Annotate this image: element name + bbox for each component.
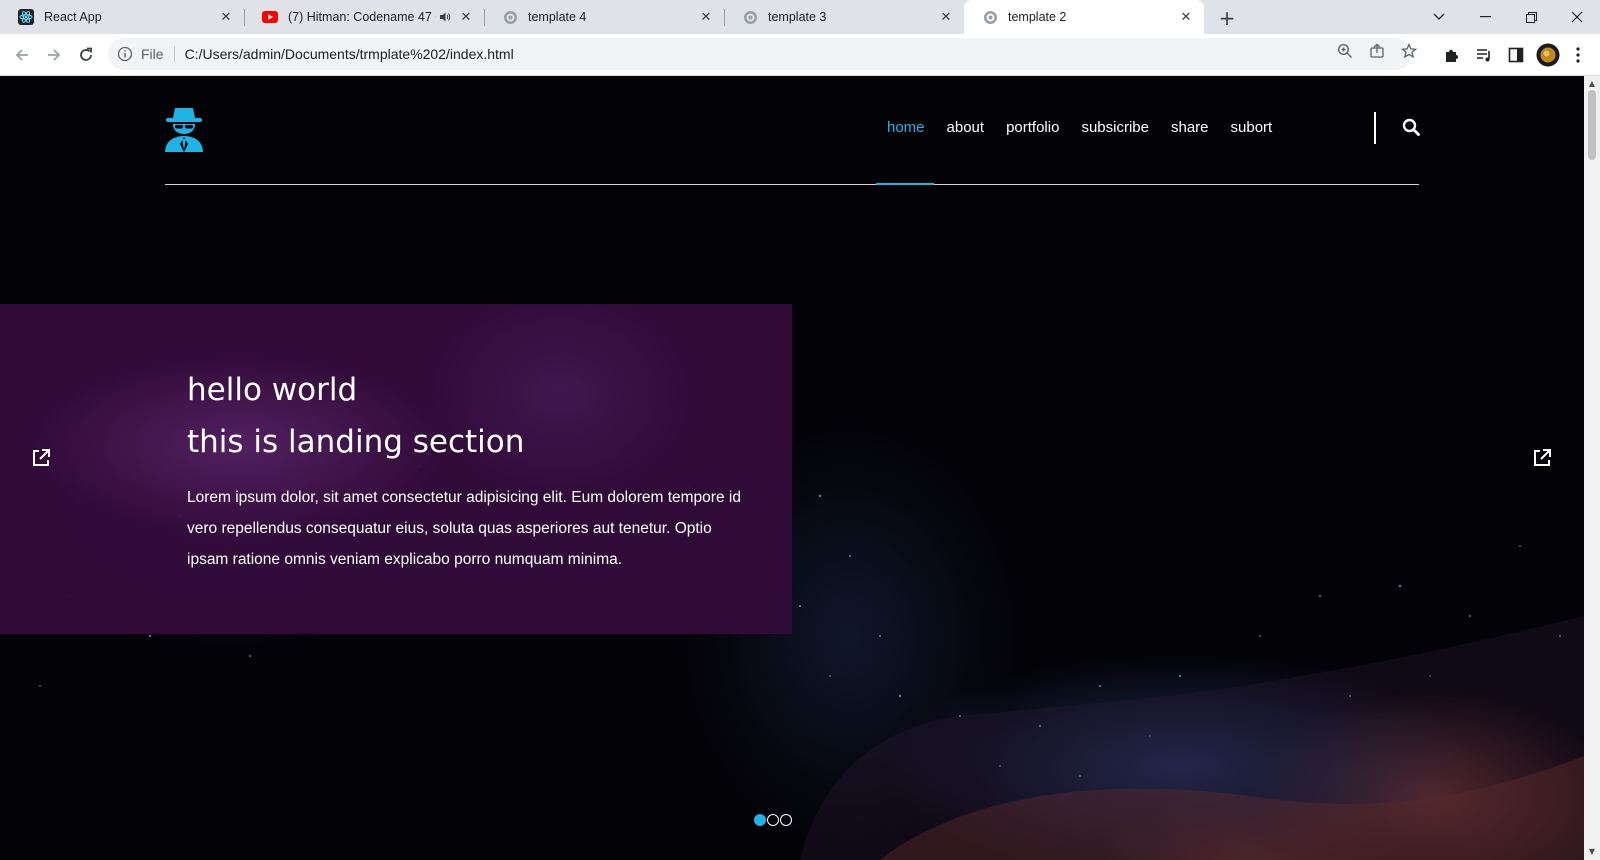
youtube-icon xyxy=(262,9,278,25)
main-nav: home about portfolio subsicribe share su… xyxy=(876,116,1283,140)
back-button[interactable] xyxy=(8,41,36,69)
search-icon[interactable] xyxy=(1402,118,1422,138)
tab-title: template 2 xyxy=(1008,10,1067,24)
close-tab-icon[interactable]: ✕ xyxy=(214,5,238,29)
arrow-right-icon xyxy=(48,49,61,61)
minimize-button[interactable] xyxy=(1462,0,1508,34)
tab-search-button[interactable] xyxy=(1416,0,1462,34)
hero-card: hello world this is landing section Lore… xyxy=(0,304,792,634)
chevron-down-icon xyxy=(1433,13,1445,20)
globe-icon xyxy=(982,9,998,25)
slider-dot-1[interactable] xyxy=(754,814,766,826)
forward-button[interactable] xyxy=(40,41,68,69)
next-slide-external-link-icon[interactable] xyxy=(1532,448,1554,470)
react-icon xyxy=(18,9,34,25)
nav-divider xyxy=(1374,112,1376,144)
menu-kebab-icon[interactable] xyxy=(1568,45,1588,65)
profile-avatar[interactable] xyxy=(1536,43,1560,67)
extensions-puzzle-icon[interactable] xyxy=(1442,45,1462,65)
side-panel-icon[interactable] xyxy=(1506,45,1526,65)
close-tab-icon[interactable]: ✕ xyxy=(694,5,718,29)
tab-template-4[interactable]: template 4 ✕ xyxy=(484,0,725,34)
hero-paragraph: Lorem ipsum dolor, sit amet consectetur … xyxy=(187,489,741,568)
file-scheme-label: File xyxy=(141,46,164,62)
hero-title: hello world this is landing section xyxy=(187,364,524,468)
arrow-left-icon xyxy=(15,49,28,61)
hero-title-line-2: this is landing section xyxy=(187,424,525,460)
restore-icon xyxy=(1525,11,1537,23)
url-text: C:/Users/admin/Documents/trmplate%202/in… xyxy=(184,46,514,62)
header-divider xyxy=(165,184,1419,185)
zoom-icon[interactable] xyxy=(1336,42,1354,60)
nav-portfolio[interactable]: portfolio xyxy=(995,116,1070,140)
tab-title: React App xyxy=(44,10,102,24)
globe-icon xyxy=(502,9,518,25)
tab-title: template 4 xyxy=(528,10,587,24)
slider-pagination xyxy=(754,814,792,826)
share-icon[interactable] xyxy=(1368,42,1386,60)
close-tab-icon[interactable]: ✕ xyxy=(454,5,478,29)
browser-toolbar: File C:/Users/admin/Documents/trmplate%2… xyxy=(0,34,1600,76)
tab-title: template 3 xyxy=(768,10,827,24)
close-window-button[interactable] xyxy=(1554,0,1600,34)
browser-tab-strip: React App ✕ (7) Hitman: Codename 47 Or ✕… xyxy=(0,0,1600,34)
close-tab-icon[interactable]: ✕ xyxy=(934,5,958,29)
reload-icon xyxy=(80,47,92,61)
page-scrollbar[interactable]: ▲ ▼ xyxy=(1584,76,1600,860)
nav-home[interactable]: home xyxy=(876,116,936,140)
tab-template-2[interactable]: template 2 ✕ xyxy=(964,0,1204,34)
nav-subscribe[interactable]: subsicribe xyxy=(1070,116,1160,140)
scroll-up-arrow-icon[interactable]: ▲ xyxy=(1588,80,1596,88)
prev-slide-external-link-icon[interactable] xyxy=(31,448,53,470)
tab-template-3[interactable]: template 3 ✕ xyxy=(724,0,964,34)
media-queue-icon[interactable] xyxy=(1474,45,1494,65)
page-viewport: home about portfolio subsicribe share su… xyxy=(0,76,1584,860)
reload-button[interactable] xyxy=(72,41,100,69)
scroll-down-arrow-icon[interactable]: ▼ xyxy=(1588,848,1596,856)
bookmark-star-icon[interactable] xyxy=(1400,42,1418,60)
address-bar[interactable]: File C:/Users/admin/Documents/trmplate%2… xyxy=(108,38,1412,70)
slider-dot-2[interactable] xyxy=(767,814,779,826)
slider-dot-3[interactable] xyxy=(780,814,792,826)
new-tab-button[interactable]: + xyxy=(1214,5,1240,31)
info-icon[interactable] xyxy=(117,46,133,62)
tab-title: (7) Hitman: Codename 47 Or xyxy=(288,10,436,24)
tab-react-app[interactable]: React App ✕ xyxy=(0,0,245,34)
nav-support[interactable]: subort xyxy=(1220,116,1284,140)
restore-button[interactable] xyxy=(1508,0,1554,34)
nav-active-indicator xyxy=(876,183,934,185)
nav-about[interactable]: about xyxy=(936,116,996,140)
close-tab-icon[interactable]: ✕ xyxy=(1174,5,1198,29)
close-icon xyxy=(1571,11,1583,23)
spy-logo-icon[interactable] xyxy=(163,106,205,152)
nav-share[interactable]: share xyxy=(1160,116,1220,140)
site-header: home about portfolio subsicribe share su… xyxy=(0,76,1584,186)
speaker-icon[interactable] xyxy=(436,11,454,23)
scrollbar-thumb[interactable] xyxy=(1588,90,1596,160)
minimize-icon xyxy=(1479,16,1491,18)
hero-title-line-1: hello world xyxy=(187,372,358,408)
tab-youtube[interactable]: (7) Hitman: Codename 47 Or ✕ xyxy=(244,0,485,34)
globe-icon xyxy=(742,9,758,25)
